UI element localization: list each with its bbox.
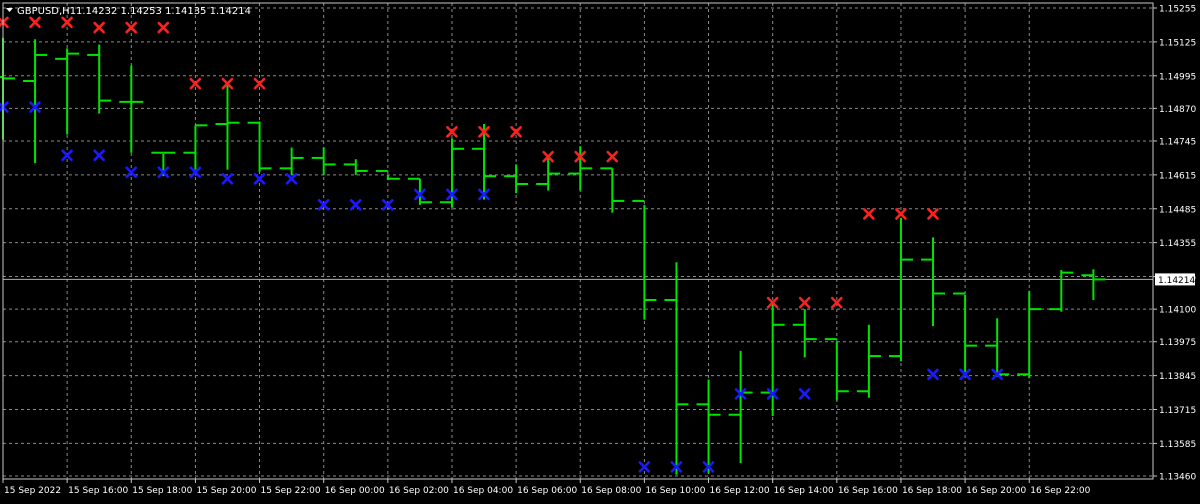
- chart-header: GBPUSD,H1 1.14232 1.14253 1.14135 1.1421…: [6, 6, 251, 17]
- chart-background: [0, 0, 1200, 500]
- x-tick-label: 16 Sep 12:00: [710, 486, 770, 496]
- y-tick-label: 1.14995: [1159, 72, 1196, 82]
- ohlc-readout: 1.14232 1.14253 1.14135 1.14214: [76, 6, 251, 17]
- x-tick-label: 16 Sep 00:00: [325, 486, 385, 496]
- y-tick-label: 1.14355: [1159, 239, 1196, 249]
- y-tick-label: 1.14745: [1159, 137, 1196, 147]
- y-tick-label: 1.15255: [1159, 5, 1196, 15]
- y-tick-label: 1.14615: [1159, 171, 1196, 181]
- x-tick-label: 16 Sep 08:00: [581, 486, 641, 496]
- x-tick-label: 16 Sep 14:00: [774, 486, 834, 496]
- current-price-label: 1.14214: [1158, 276, 1195, 286]
- y-tick-label: 1.14870: [1159, 105, 1196, 115]
- x-tick-label: 16 Sep 22:00: [1030, 486, 1090, 496]
- x-tick-label: 16 Sep 20:00: [966, 486, 1026, 496]
- x-tick-label: 16 Sep 18:00: [902, 486, 962, 496]
- x-tick-label: 15 Sep 20:00: [196, 486, 256, 496]
- y-tick-label: 1.15125: [1159, 38, 1196, 48]
- x-tick-label: 15 Sep 2022: [4, 486, 61, 496]
- x-tick-label: 16 Sep 02:00: [389, 486, 449, 496]
- y-tick-label: 1.13585: [1159, 440, 1196, 450]
- x-tick-label: 15 Sep 18:00: [132, 486, 192, 496]
- x-tick-label: 16 Sep 04:00: [453, 486, 513, 496]
- y-tick-label: 1.13460: [1159, 473, 1196, 483]
- chart-area[interactable]: 1.15255 1.15125 1.14995 1.14870 1.14745 1.146…: [0, 0, 1200, 500]
- y-tick-label: 1.13845: [1159, 372, 1196, 382]
- x-tick-label: 16 Sep 06:00: [517, 486, 577, 496]
- x-tick-label: 16 Sep 10:00: [645, 486, 705, 496]
- symbol-label: GBPUSD,H1: [17, 6, 76, 17]
- y-tick-label: 1.14485: [1159, 205, 1196, 215]
- y-tick-label: 1.14100: [1159, 306, 1196, 316]
- x-tick-label: 16 Sep 16:00: [838, 486, 898, 496]
- x-tick-label: 15 Sep 22:00: [261, 486, 321, 496]
- y-tick-label: 1.13975: [1159, 338, 1196, 348]
- x-tick-label: 15 Sep 16:00: [68, 486, 128, 496]
- y-tick-label: 1.13715: [1159, 406, 1196, 416]
